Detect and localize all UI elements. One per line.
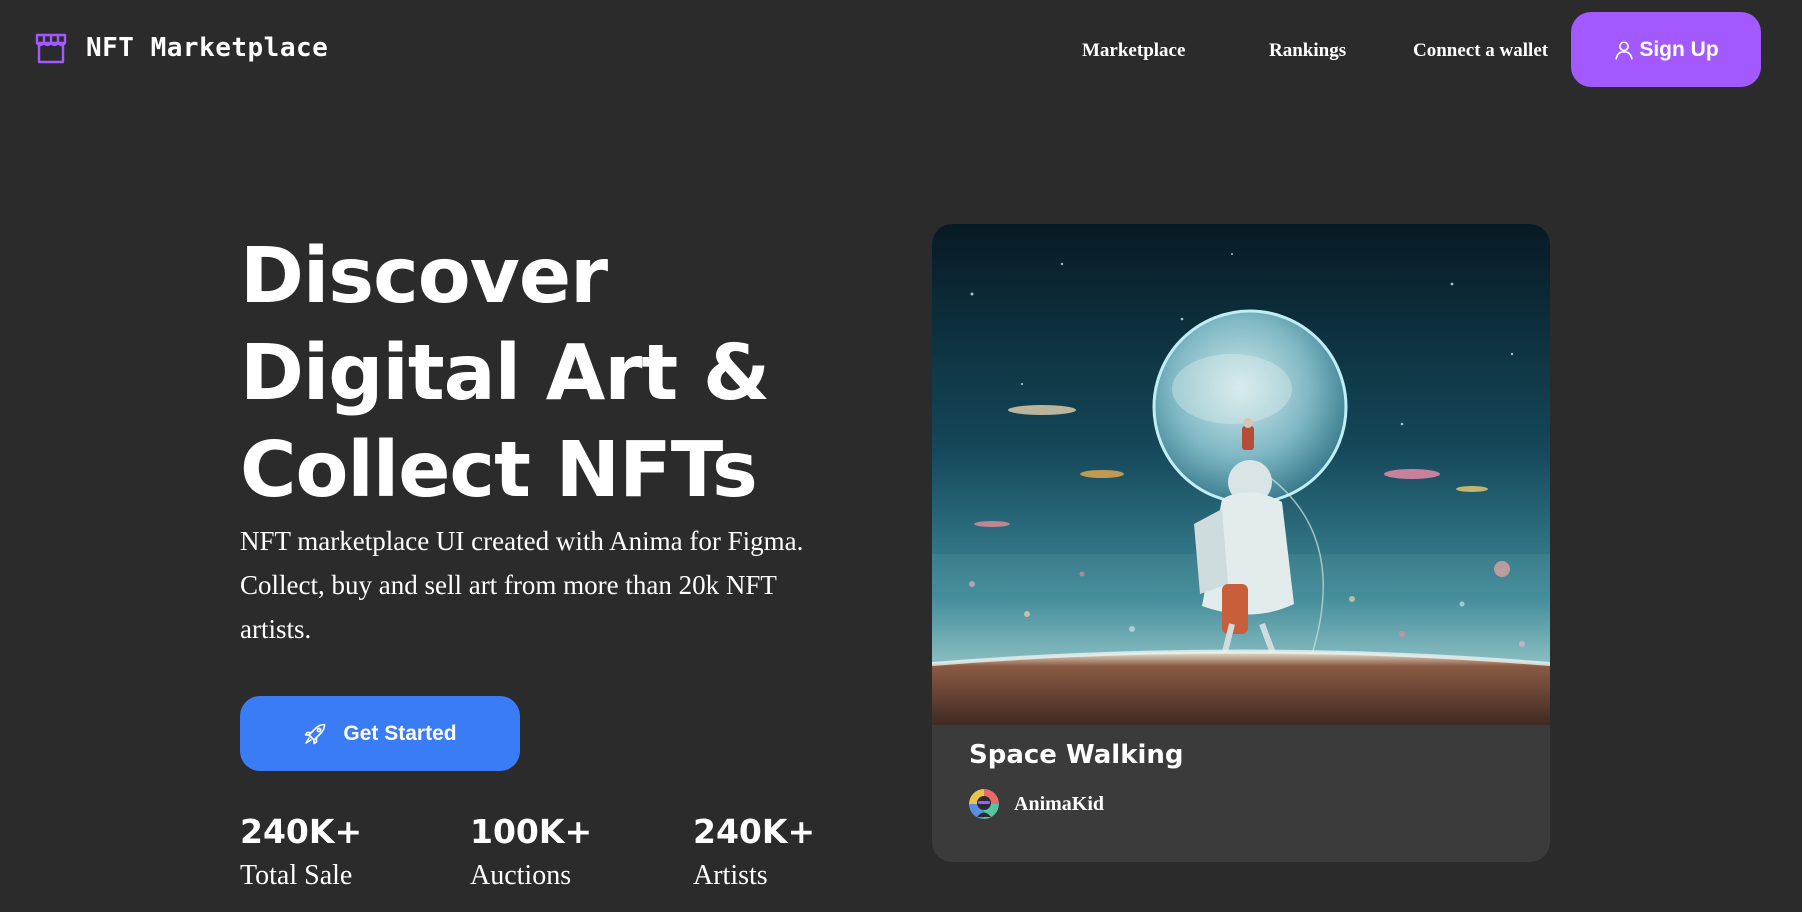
storefront-icon <box>35 33 67 64</box>
stat-value: 100K+ <box>470 812 593 851</box>
logo-text: NFT Marketplace <box>86 33 329 63</box>
nft-artwork-image[interactable] <box>932 224 1550 725</box>
site-header: NFT Marketplace Marketplace Rankings Con… <box>0 0 1802 100</box>
sign-up-label: Sign Up <box>1639 37 1719 61</box>
hero-title: Discover Digital Art & Collect NFTs <box>240 228 860 519</box>
nft-artist[interactable]: AnimaKid <box>969 789 1104 819</box>
get-started-label: Get Started <box>343 721 457 745</box>
hero-description: NFT marketplace UI created with Anima fo… <box>240 526 804 644</box>
rocket-icon <box>305 723 326 744</box>
nav-connect-wallet[interactable]: Connect a wallet <box>1413 40 1548 62</box>
nav-rankings[interactable]: Rankings <box>1269 40 1346 62</box>
stat-value: 240K+ <box>240 812 363 851</box>
user-icon <box>1615 40 1633 60</box>
nav-marketplace[interactable]: Marketplace <box>1082 40 1185 62</box>
stat-label: Auctions <box>470 860 572 891</box>
get-started-button[interactable]: Get Started <box>240 696 520 771</box>
hero-title-line: Collect NFTs <box>240 426 758 515</box>
hero-title-line: Digital Art & <box>240 329 770 418</box>
stat-value: 240K+ <box>693 812 816 851</box>
sign-up-button[interactable]: Sign Up <box>1571 12 1761 87</box>
stat-label: Total Sale <box>240 860 353 891</box>
logo[interactable]: NFT Marketplace <box>34 31 328 65</box>
nft-title: Space Walking <box>969 740 1184 770</box>
stat-label: Artists <box>693 860 768 891</box>
artist-name: AnimaKid <box>1014 792 1105 815</box>
stat-total-sale: 240K+ Total Sale <box>240 810 362 896</box>
stat-artists: 240K+ Artists <box>693 810 815 896</box>
featured-nft-card[interactable]: Space Walking AnimaKid <box>932 224 1550 862</box>
hero-title-line: Discover <box>240 232 608 321</box>
stat-auctions: 100K+ Auctions <box>470 810 592 896</box>
artist-avatar <box>969 789 999 819</box>
